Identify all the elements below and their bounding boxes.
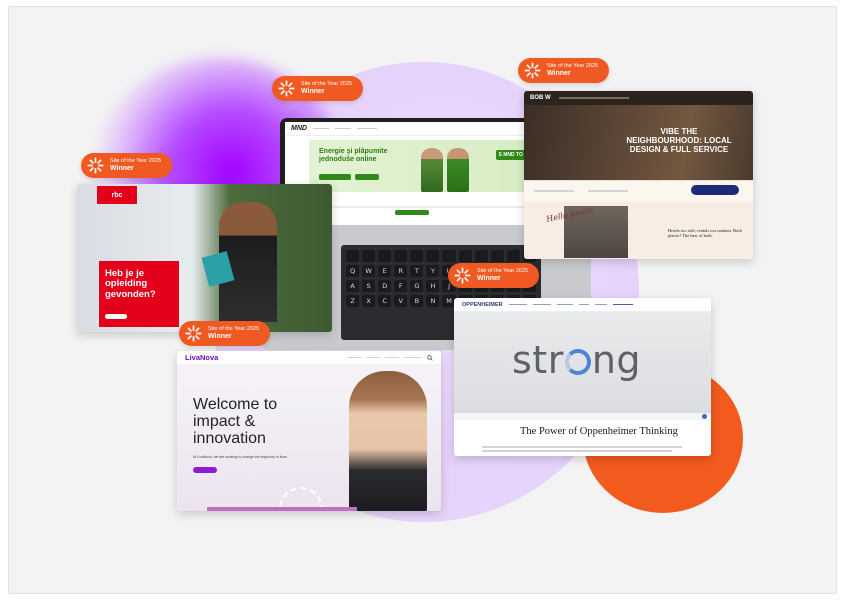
bobw-site-preview[interactable]: BOB W VIBE THE NEIGHBOURHOOD: LOCAL DESI… [524, 91, 753, 259]
mnd-button-1[interactable] [319, 174, 351, 180]
site-of-year-badge: Site of the Year 2025 Winner [81, 153, 173, 178]
rbc-headline: Heb je je opleiding gevonden? [105, 268, 156, 300]
burst-icon [454, 267, 471, 284]
oppenheimer-site-preview[interactable]: OPPENHEIMER str ng The Power of Oppenheim… [454, 298, 711, 456]
livanova-person [349, 371, 427, 511]
keyboard-key [346, 250, 360, 262]
bobw-footer-text: Hotels too stiff, rentals too random. Bo… [668, 228, 742, 239]
keyboard-key: A [346, 280, 360, 292]
keyboard-key [474, 250, 488, 262]
keyboard-key: N [426, 295, 440, 307]
oppenheimer-hero-word: str ng [512, 338, 642, 382]
keyboard-key: W [362, 265, 376, 277]
oppenheimer-tabs-bar[interactable] [454, 412, 711, 420]
keyboard-key: H [426, 280, 440, 292]
rbc-button[interactable] [105, 314, 127, 319]
keyboard-key: T [410, 265, 424, 277]
rbc-cta-panel: Heb je je opleiding gevonden? [99, 261, 179, 327]
keyboard-key: E [378, 265, 392, 277]
oppenheimer-title: The Power of Oppenheimer Thinking [520, 426, 678, 437]
livanova-learn-more-button[interactable] [193, 467, 217, 473]
keyboard-key: R [394, 265, 408, 277]
oppenheimer-hero: str ng [454, 312, 711, 412]
keyboard-key: X [362, 295, 376, 307]
keyboard-key [490, 250, 504, 262]
bobw-search-button[interactable] [691, 185, 739, 195]
burst-icon [185, 325, 202, 342]
mnd-logo: MND [291, 125, 307, 132]
keyboard-key: Y [426, 265, 440, 277]
site-of-year-badge: Site of the Year 2025 Winner [179, 321, 271, 346]
keyboard-key [458, 250, 472, 262]
burst-icon [87, 157, 104, 174]
mnd-person-1 [421, 148, 443, 192]
livanova-hero: Welcome to impact & innovation At LivaNo… [177, 365, 441, 511]
site-of-year-badge: Site of the Year 2025 Winner [448, 263, 540, 288]
mnd-button-2[interactable] [355, 174, 379, 180]
oppenheimer-nav: OPPENHEIMER [454, 298, 711, 312]
keyboard-key: Z [346, 295, 360, 307]
keyboard-key [410, 250, 424, 262]
keyboard-key: V [394, 295, 408, 307]
livanova-logo: LivaNova [185, 353, 219, 362]
search-icon[interactable] [427, 354, 433, 361]
keyboard-key: C [378, 295, 392, 307]
mnd-headline: Energie și plăpumite jednoduše online [319, 148, 388, 164]
keyboard-key [426, 250, 440, 262]
showcase-frame: QWERTYUIOPASDFGHJKLZXCVBNM MND Energie ș… [8, 6, 837, 594]
keyboard-key [362, 250, 376, 262]
keyboard-key: B [410, 295, 424, 307]
keyboard-key [394, 250, 408, 262]
livanova-nav: LivaNova [177, 351, 441, 365]
site-of-year-badge: Site of the Year 2025 Winner [272, 76, 364, 101]
rbc-site-preview[interactable]: rbc Heb je je opleiding gevonden? [77, 184, 332, 332]
keyboard-key: D [378, 280, 392, 292]
livanova-headline: Welcome to impact & innovation [193, 396, 278, 447]
keyboard-key [506, 250, 520, 262]
bobw-hero: VIBE THE NEIGHBOURHOOD: LOCAL DESIGN & F… [524, 105, 753, 180]
rbc-logo: rbc [97, 186, 137, 204]
burst-icon [278, 80, 295, 97]
keyboard-key: F [394, 280, 408, 292]
bobw-headline: VIBE THE NEIGHBOURHOOD: LOCAL DESIGN & F… [626, 127, 732, 155]
keyboard-key: S [362, 280, 376, 292]
burst-icon [524, 62, 541, 79]
mnd-hero: Energie și plăpumite jednoduše online S … [309, 140, 549, 192]
oppenheimer-o-ring-icon [564, 349, 591, 375]
oppenheimer-logo: OPPENHEIMER [462, 301, 503, 308]
keyboard-key: Q [346, 265, 360, 277]
mnd-person-2 [447, 148, 469, 192]
keyboard-key: G [410, 280, 424, 292]
livanova-site-preview[interactable]: LivaNova Welcome to impact & innovation … [177, 351, 441, 511]
site-of-year-badge: Site of the Year 2025 Winner [518, 58, 610, 83]
bobw-footer: Hello locals Hotels too stiff, rentals t… [524, 202, 753, 259]
bobw-search-bar[interactable] [524, 180, 753, 202]
keyboard-key [378, 250, 392, 262]
livanova-sunburst [279, 487, 323, 509]
keyboard-key [442, 250, 456, 262]
livanova-subtext: At LivaNova, we are working to change th… [193, 455, 288, 459]
bobw-nav: BOB W [524, 91, 753, 105]
bobw-logo: BOB W [530, 95, 551, 101]
